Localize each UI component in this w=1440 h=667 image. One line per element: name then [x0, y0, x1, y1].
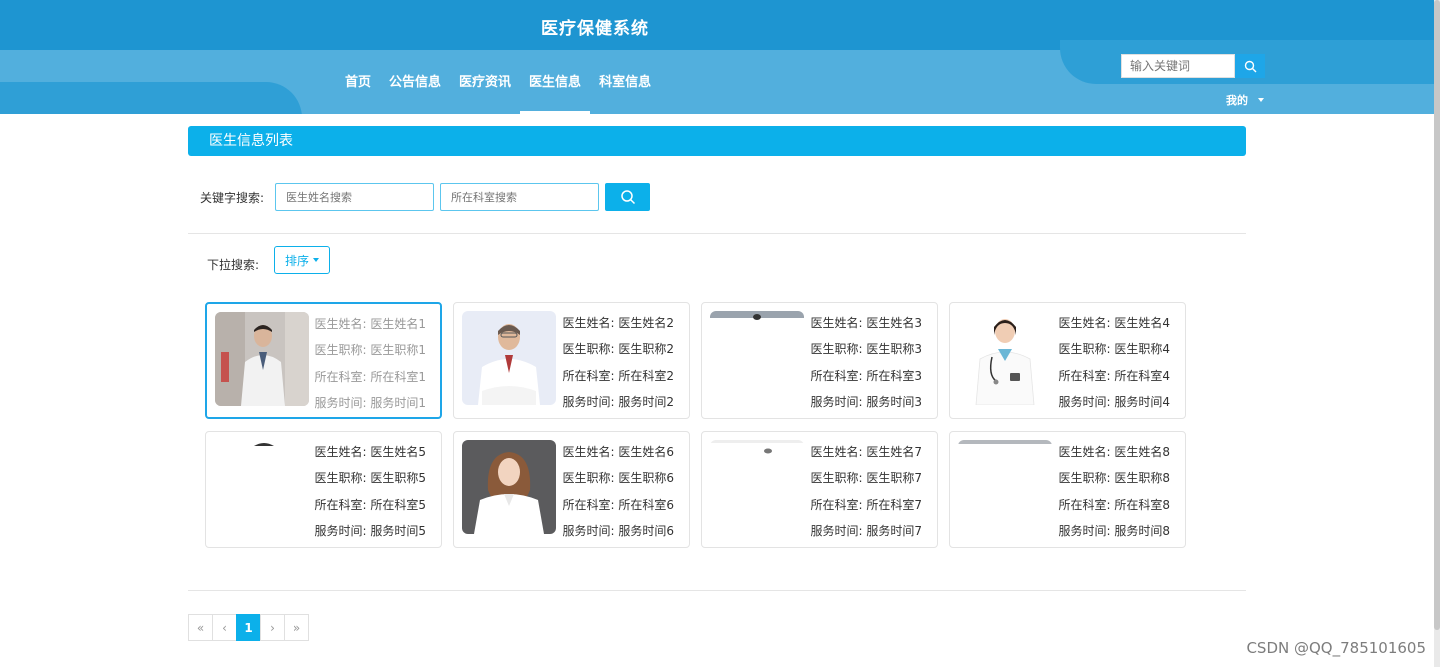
- department-search-input[interactable]: [440, 183, 599, 211]
- doctor-service-time: 服务时间2: [618, 394, 674, 409]
- doctor-name: 医生姓名3: [866, 316, 922, 330]
- doctor-name: 医生姓名8: [1114, 445, 1170, 459]
- doctor-photo: [462, 440, 556, 534]
- nav-home[interactable]: 首页: [336, 72, 380, 114]
- sort-dropdown-label: 排序: [285, 253, 310, 268]
- doctor-card[interactable]: 医生姓名: 医生姓名6 医生职称: 医生职称6 所在科室: 所在科室6 服务时间…: [453, 431, 690, 548]
- doctor-name: 医生姓名4: [1114, 316, 1170, 330]
- doctor-department: 所在科室4: [1114, 368, 1170, 383]
- doctor-title: 医生职称8: [1114, 471, 1170, 486]
- doctor-department: 所在科室3: [866, 368, 922, 383]
- next-page-button[interactable]: ›: [260, 614, 285, 641]
- doctor-service-time: 服务时间5: [370, 523, 426, 538]
- doctor-department: 所在科室1: [370, 369, 426, 384]
- nav-doctor-info[interactable]: 医生信息: [520, 72, 591, 114]
- doctor-card[interactable]: 医生姓名: 医生姓名8 医生职称: 医生职称8 所在科室: 所在科室8 服务时间…: [949, 431, 1186, 548]
- keyword-search-label: 关键字搜索:: [200, 190, 265, 205]
- doctor-department: 所在科室2: [618, 368, 674, 383]
- scrollbar-thumb[interactable]: [1434, 0, 1440, 630]
- doctor-name: 医生姓名5: [370, 445, 426, 459]
- doctor-photo: [710, 311, 804, 405]
- doctor-name: 医生姓名1: [370, 317, 426, 331]
- doctor-photo: [710, 440, 804, 534]
- doctor-info: 医生姓名: 医生姓名7 医生职称: 医生职称7 所在科室: 所在科室7 服务时间…: [810, 445, 922, 538]
- page-scrollbar[interactable]: [1434, 0, 1440, 667]
- doctor-service-time: 服务时间3: [866, 394, 922, 409]
- my-menu-label: 我的: [1226, 94, 1248, 107]
- sort-dropdown-button[interactable]: 排序: [274, 246, 331, 274]
- chevron-down-icon: [1258, 98, 1264, 102]
- nav-announcements[interactable]: 公告信息: [380, 72, 450, 114]
- watermark: CSDN @QQ_785101605: [1246, 639, 1426, 657]
- main-nav: 首页 公告信息 医疗资讯 医生信息 科室信息: [336, 72, 660, 114]
- nav-medical-news[interactable]: 医疗资讯: [450, 72, 520, 114]
- dropdown-search-label: 下拉搜索:: [207, 257, 260, 272]
- doctor-title: 医生职称4: [1114, 342, 1170, 357]
- doctor-info: 医生姓名: 医生姓名5 医生职称: 医生职称5 所在科室: 所在科室5 服务时间…: [314, 445, 426, 538]
- dropdown-search-row: 下拉搜索: 排序: [207, 246, 331, 274]
- keyword-search-button[interactable]: [605, 183, 650, 211]
- nav-department-info[interactable]: 科室信息: [590, 72, 660, 114]
- site-title: 医疗保健系统: [541, 19, 649, 39]
- doctor-service-time: 服务时间1: [370, 395, 426, 410]
- doctor-name-search-input[interactable]: [275, 183, 434, 211]
- doctor-title: 医生职称1: [370, 343, 426, 358]
- doctor-card[interactable]: 医生姓名: 医生姓名5 医生职称: 医生职称5 所在科室: 所在科室5 服务时间…: [205, 431, 442, 548]
- doctor-info: 医生姓名: 医生姓名1 医生职称: 医生职称1 所在科室: 所在科室1 服务时间…: [314, 317, 426, 410]
- doctor-photo: [958, 311, 1052, 405]
- chevron-down-icon: [313, 258, 320, 262]
- doctor-department: 所在科室5: [370, 497, 426, 512]
- doctor-title: 医生职称7: [866, 471, 922, 486]
- doctor-name: 医生姓名2: [618, 316, 674, 330]
- doctor-photo: [215, 312, 309, 406]
- header-left-wave: [0, 82, 302, 114]
- prev-page-button[interactable]: ‹: [212, 614, 237, 641]
- pagination: « ‹ 1 › »: [188, 614, 309, 641]
- doctor-photo: [462, 311, 556, 405]
- header-search-button[interactable]: [1235, 54, 1265, 78]
- doctor-title: 医生职称2: [618, 342, 674, 357]
- doctor-info: 医生姓名: 医生姓名6 医生职称: 医生职称6 所在科室: 所在科室6 服务时间…: [562, 445, 674, 538]
- doctor-card[interactable]: 医生姓名: 医生姓名2 医生职称: 医生职称2 所在科室: 所在科室2 服务时间…: [453, 302, 690, 419]
- page-title: 医生信息列表: [188, 126, 1246, 156]
- doctor-department: 所在科室8: [1114, 497, 1170, 512]
- search-icon: [620, 190, 635, 205]
- doctor-service-time: 服务时间4: [1114, 394, 1170, 409]
- keyword-search-row: 关键字搜索:: [200, 183, 650, 211]
- doctor-card[interactable]: 医生姓名: 医生姓名7 医生职称: 医生职称7 所在科室: 所在科室7 服务时间…: [701, 431, 938, 548]
- site-header: 医疗保健系统 首页 公告信息 医疗资讯 医生信息 科室信息 我的: [0, 0, 1434, 114]
- doctor-card-grid: 医生姓名: 医生姓名1 医生职称: 医生职称1 所在科室: 所在科室1 服务时间…: [205, 302, 1195, 548]
- header-search: [1121, 54, 1265, 78]
- page-number-current[interactable]: 1: [236, 614, 261, 641]
- doctor-name: 医生姓名6: [618, 445, 674, 459]
- doctor-photo: [214, 440, 308, 534]
- header-search-input[interactable]: [1121, 54, 1235, 78]
- section-divider: [188, 233, 1246, 234]
- doctor-card[interactable]: 医生姓名: 医生姓名4 医生职称: 医生职称4 所在科室: 所在科室4 服务时间…: [949, 302, 1186, 419]
- doctor-name: 医生姓名7: [866, 445, 922, 459]
- doctor-info: 医生姓名: 医生姓名4 医生职称: 医生职称4 所在科室: 所在科室4 服务时间…: [1058, 316, 1170, 409]
- doctor-info: 医生姓名: 医生姓名2 医生职称: 医生职称2 所在科室: 所在科室2 服务时间…: [562, 316, 674, 409]
- doctor-card[interactable]: 医生姓名: 医生姓名3 医生职称: 医生职称3 所在科室: 所在科室3 服务时间…: [701, 302, 938, 419]
- doctor-title: 医生职称5: [370, 471, 426, 486]
- doctor-title: 医生职称6: [618, 471, 674, 486]
- doctor-card[interactable]: 医生姓名: 医生姓名1 医生职称: 医生职称1 所在科室: 所在科室1 服务时间…: [205, 302, 442, 419]
- pagination-divider: [188, 590, 1246, 591]
- doctor-title: 医生职称3: [866, 342, 922, 357]
- doctor-info: 医生姓名: 医生姓名3 医生职称: 医生职称3 所在科室: 所在科室3 服务时间…: [810, 316, 922, 409]
- my-menu[interactable]: 我的: [1226, 92, 1264, 108]
- search-icon: [1244, 60, 1256, 72]
- last-page-button[interactable]: »: [284, 614, 309, 641]
- doctor-department: 所在科室6: [618, 497, 674, 512]
- doctor-service-time: 服务时间8: [1114, 523, 1170, 538]
- doctor-info: 医生姓名: 医生姓名8 医生职称: 医生职称8 所在科室: 所在科室8 服务时间…: [1058, 445, 1170, 538]
- doctor-service-time: 服务时间6: [618, 523, 674, 538]
- doctor-service-time: 服务时间7: [866, 523, 922, 538]
- doctor-photo: [958, 440, 1052, 534]
- header-right-band: [1100, 84, 1434, 114]
- first-page-button[interactable]: «: [188, 614, 213, 641]
- doctor-department: 所在科室7: [866, 497, 922, 512]
